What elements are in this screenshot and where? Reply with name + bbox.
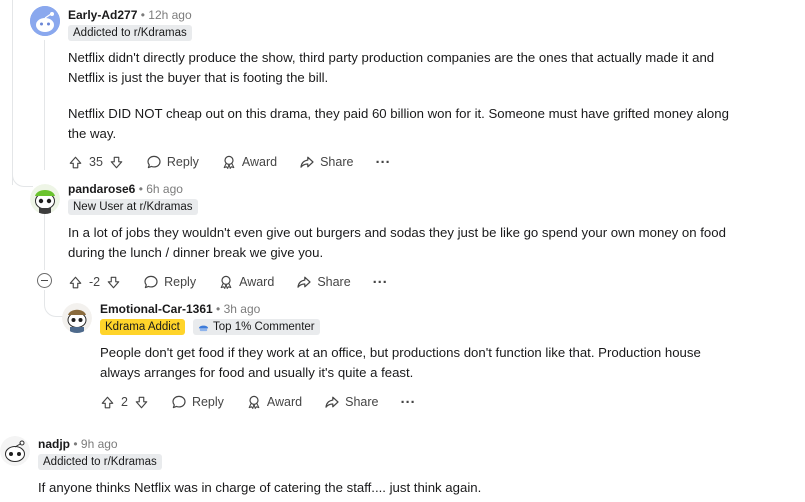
reply-button[interactable]: Reply: [146, 154, 199, 170]
comment-paragraph: In a lot of jobs they wouldn't even give…: [68, 225, 726, 260]
username[interactable]: Emotional-Car-1361: [100, 302, 213, 316]
downvote-icon[interactable]: [106, 275, 121, 290]
thread-connector: [44, 294, 63, 317]
comment-body: In a lot of jobs they wouldn't even give…: [68, 223, 748, 263]
award-ribbon-icon: [221, 154, 237, 170]
chat-bubble-icon: [171, 394, 187, 410]
upvote-icon[interactable]: [100, 395, 115, 410]
vote-score: 35: [89, 155, 103, 169]
upvote-icon[interactable]: [68, 275, 83, 290]
share-button[interactable]: Share: [324, 394, 379, 410]
collapse-button[interactable]: [37, 273, 52, 288]
award-ribbon-icon: [218, 274, 234, 290]
comment-author[interactable]: nadjp • 9h ago: [38, 437, 118, 451]
timestamp[interactable]: 6h ago: [146, 182, 183, 196]
comment-paragraph: Netflix DID NOT cheap out on this drama,…: [68, 106, 729, 141]
award-label: Award: [239, 275, 275, 289]
user-flair: Addicted to r/Kdramas: [68, 25, 192, 41]
thread-connector: [12, 172, 33, 187]
share-button[interactable]: Share: [296, 274, 351, 290]
comment-actions: 35 Reply Award Share ···: [68, 150, 390, 174]
top-commenter-label: Top 1% Commenter: [213, 321, 315, 333]
share-arrow-icon: [296, 274, 312, 290]
separator: •: [73, 437, 78, 451]
reply-button[interactable]: Reply: [143, 274, 196, 290]
user-flair: Addicted to r/Kdramas: [38, 454, 162, 470]
top-commenter-badge: Top 1% Commenter: [193, 319, 320, 335]
comment-body: Netflix didn't directly produce the show…: [68, 48, 748, 144]
reply-label: Reply: [166, 155, 199, 169]
comment-paragraph: People don't get food if they work at an…: [100, 345, 701, 380]
comment-body: If anyone thinks Netflix was in charge o…: [38, 478, 758, 498]
thread-line: [44, 40, 45, 170]
share-arrow-icon: [324, 394, 340, 410]
reply-button[interactable]: Reply: [171, 394, 224, 410]
more-dots-icon[interactable]: ···: [373, 274, 388, 291]
thread-line: [44, 210, 45, 270]
award-button[interactable]: Award: [221, 154, 277, 170]
snoo-avatar-icon: [30, 184, 60, 214]
avatar[interactable]: [30, 6, 60, 36]
timestamp[interactable]: 9h ago: [81, 437, 118, 451]
comment-author[interactable]: Emotional-Car-1361 • 3h ago: [100, 302, 260, 316]
comment-actions: 2 Reply Award Share ···: [100, 390, 416, 414]
comment-paragraph: If anyone thinks Netflix was in charge o…: [38, 480, 482, 495]
more-dots-icon[interactable]: ···: [401, 394, 416, 411]
comment-paragraph: Netflix didn't directly produce the show…: [68, 50, 715, 85]
share-label: Share: [320, 155, 354, 169]
upvote-icon[interactable]: [68, 155, 83, 170]
share-label: Share: [317, 275, 351, 289]
avatar[interactable]: [0, 436, 30, 466]
snoo-avatar-icon: [0, 436, 30, 466]
award-button[interactable]: Award: [218, 274, 274, 290]
username[interactable]: Early-Ad277: [68, 8, 137, 22]
snoo-avatar-icon: [62, 303, 92, 333]
avatar[interactable]: [62, 303, 92, 333]
share-arrow-icon: [299, 154, 315, 170]
username[interactable]: pandarose6: [68, 182, 135, 196]
more-dots-icon[interactable]: ···: [375, 154, 390, 171]
vote-score: -2: [89, 275, 101, 289]
award-label: Award: [241, 155, 278, 169]
vote-score: 2: [121, 395, 128, 409]
award-ribbon-icon: [246, 394, 262, 410]
thread-line: [12, 0, 13, 185]
user-flair: Kdrama Addict: [100, 319, 185, 335]
timestamp[interactable]: 3h ago: [224, 302, 261, 316]
separator: •: [216, 302, 221, 316]
award-button[interactable]: Award: [246, 394, 302, 410]
top-commenter-icon: [198, 325, 209, 331]
comment-actions: -2 Reply Award Share ···: [68, 270, 388, 294]
downvote-icon[interactable]: [109, 155, 124, 170]
separator: •: [138, 182, 143, 196]
award-label: Award: [266, 395, 303, 409]
snoo-avatar-icon: [30, 6, 60, 36]
comment-author[interactable]: pandarose6 • 6h ago: [68, 182, 183, 196]
comment-author[interactable]: Early-Ad277 • 12h ago: [68, 8, 192, 22]
username[interactable]: nadjp: [38, 437, 70, 451]
avatar[interactable]: [30, 184, 60, 214]
downvote-icon[interactable]: [134, 395, 149, 410]
reply-label: Reply: [164, 275, 197, 289]
timestamp[interactable]: 12h ago: [148, 8, 191, 22]
reply-label: Reply: [191, 395, 224, 409]
user-flair: New User at r/Kdramas: [68, 199, 198, 215]
collapse-minus-icon: [41, 280, 48, 281]
comment-body: People don't get food if they work at an…: [100, 343, 740, 383]
chat-bubble-icon: [143, 274, 159, 290]
chat-bubble-icon: [146, 154, 162, 170]
share-label: Share: [345, 395, 379, 409]
share-button[interactable]: Share: [299, 154, 353, 170]
separator: •: [140, 8, 145, 22]
